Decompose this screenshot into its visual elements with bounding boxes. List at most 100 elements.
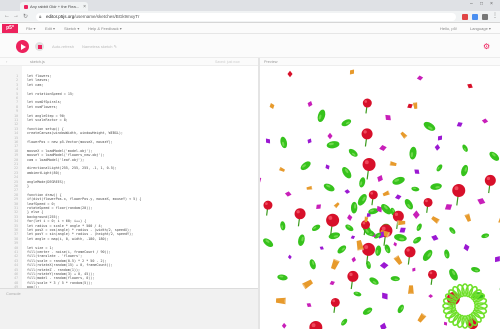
menu-help[interactable]: Help & Feedback ▾ [88, 26, 122, 31]
line-number: 27 [14, 188, 18, 193]
petal-shape [269, 102, 275, 110]
address-bar[interactable]: 🔒︎ editor.p5js.org/username/sketches/BGk… [36, 13, 456, 21]
code-line[interactable]: 11 let scaleFactor = 8; [0, 118, 258, 122]
forward-icon[interactable]: → [13, 13, 19, 19]
minimize-icon[interactable]: – [470, 1, 473, 7]
code-text: let angle = map(i, 0, width, -180, 180); [27, 236, 109, 241]
code-line[interactable]: 35 let radius = scale * angle * 500 / 4; [0, 224, 258, 228]
auto-refresh-checkbox[interactable]: Auto-refresh [52, 44, 74, 49]
reload-icon[interactable]: ↻ [23, 13, 28, 20]
play-button[interactable] [16, 40, 29, 53]
code-line[interactable]: 22 directionalLight(255, 255, 255, -1, 1… [0, 166, 258, 170]
code-line[interactable]: 36 let posX = cos(angle) * radius - (wid… [0, 228, 258, 232]
petal-shape [477, 198, 486, 205]
code-line[interactable]: 28 function draw() { [0, 193, 258, 197]
code-line[interactable]: 43 fill(scale = random(0.5) * 2 * 50 - 2… [0, 259, 258, 263]
code-text: fill(model - random(flowers, 0)); [27, 276, 95, 281]
menu-file[interactable]: File ▾ [26, 26, 36, 31]
code-line[interactable]: 42 fill(translate - 'flowers'; [0, 254, 258, 258]
code-line[interactable]: 15 [0, 136, 258, 140]
sketch-canvas[interactable] [260, 66, 500, 329]
code-line[interactable]: 46 fill(rotateY(random(3) + 0, 45)); [0, 272, 258, 276]
line-number: 38 [14, 236, 18, 241]
leaf-shape [471, 266, 481, 273]
code-line[interactable]: 12 [0, 122, 258, 126]
code-line[interactable]: 18 mouseX = loadModel('model.obj'); [0, 149, 258, 153]
code-line[interactable]: 29 if(dist(flowerPos.x, flowerPos.y, mou… [0, 197, 258, 201]
code-line[interactable]: 14 createCanvas(windowWidth, windowHeigh… [0, 131, 258, 135]
code-line[interactable]: 39 [0, 241, 258, 245]
red-flower-shape [347, 270, 359, 290]
code-editor[interactable]: 1 let flowers; 2 let leaves; 3 let cam; 4 5 let … [0, 66, 258, 288]
code-line[interactable]: 40 let size = 1; [0, 246, 258, 250]
close-window-icon[interactable]: × [490, 1, 493, 7]
code-line[interactable]: 3 let cam; [0, 83, 258, 87]
code-line[interactable]: 45 fill(rotateZ - random(1)); [0, 268, 258, 272]
code-line[interactable]: 20 cam = loadModel('leaf.obj'); [0, 158, 258, 162]
code-text: fill(scale * 3 / 5 * random(5)); [27, 280, 93, 285]
code-line[interactable]: 1 let flowers; [0, 74, 258, 78]
code-line[interactable]: 4 [0, 87, 258, 91]
code-line[interactable]: 33 background(255); [0, 215, 258, 219]
code-line[interactable]: 13 function setup() { [0, 127, 258, 131]
leaf-shape [311, 224, 321, 232]
code-line[interactable]: 19 mouseY = loadModel('flowers_new.obj')… [0, 153, 258, 157]
user-greeting[interactable]: Hello, p5! [440, 26, 457, 31]
code-line[interactable]: 6 [0, 96, 258, 100]
settings-gear-icon[interactable]: ⚙ [483, 42, 490, 51]
code-line[interactable]: 44 fill(rotateX(random(15) + 0, frameCou… [0, 263, 258, 267]
code-line[interactable]: 21 [0, 162, 258, 166]
code-line[interactable]: 7 let numOfSpirals; [0, 100, 258, 104]
stop-button[interactable] [35, 42, 44, 51]
tab-close-icon[interactable]: × [83, 4, 86, 10]
code-line[interactable]: 23 ambientLight(80); [0, 171, 258, 175]
code-line[interactable]: 48 fill(scale * 3 / 5 * random(5)); [0, 281, 258, 285]
leaf-shape [422, 249, 433, 261]
code-line[interactable]: 34 for(let i = 0; i < 60; i++) { [0, 219, 258, 223]
code-line[interactable]: 26} [0, 184, 258, 188]
code-line[interactable]: 24 [0, 175, 258, 179]
menu-edit[interactable]: Edit ▾ [45, 26, 55, 31]
code-line[interactable]: 25 angleMode(DEGREES); [0, 180, 258, 184]
code-line[interactable]: 8 let numFlowers; [0, 105, 258, 109]
bell-flower-shape [306, 185, 313, 190]
code-line[interactable]: 9 [0, 109, 258, 113]
language-menu[interactable]: Language ▾ [470, 26, 491, 31]
maximize-icon[interactable]: □ [480, 1, 483, 7]
code-line[interactable]: 41 fill(center - noise(i, frameCount / 9… [0, 250, 258, 254]
extension-icon[interactable] [472, 14, 478, 20]
p5-logo[interactable]: p5* [2, 24, 18, 33]
code-line[interactable]: 30 leafSpeed = 0; [0, 202, 258, 206]
code-line[interactable]: 5 let rotationSpeed = 15; [0, 92, 258, 96]
code-line[interactable]: 47 fill(model - random(flowers, 0)); [0, 276, 258, 280]
leaf-shape [341, 119, 352, 127]
code-line[interactable]: 17 [0, 144, 258, 148]
bell-flower-shape [382, 190, 391, 197]
code-line[interactable]: 37 let posY = sin(angle) * radius - (hei… [0, 232, 258, 236]
code-text: flowerPos = new p5.Vector(mouseX, mouseY… [27, 140, 113, 144]
editor-header: › sketch.js Saved: just now [0, 58, 258, 66]
line-number: 4 [16, 87, 18, 92]
code-line[interactable]: 10 let angleStep = 90; [0, 114, 258, 118]
back-icon[interactable]: ← [4, 13, 10, 19]
console-panel[interactable]: Console [0, 288, 258, 329]
bell-flower-shape [393, 254, 403, 266]
sketch-name[interactable]: Nameless sketch ✎ [82, 44, 117, 49]
extension-icon[interactable] [462, 14, 468, 20]
code-line[interactable]: 32 } else { [0, 210, 258, 214]
p5-nav-bar: p5* File ▾ Edit ▾ Sketch ▾ Help & Feedba… [0, 23, 500, 34]
code-line[interactable]: 2 let leaves; [0, 78, 258, 82]
code-line[interactable]: 38 let angle = map(i, 0, width, -180, 18… [0, 237, 258, 241]
menu-sketch[interactable]: Sketch ▾ [64, 26, 79, 31]
leaf-shape [392, 176, 405, 185]
code-text: if(dist(flowerPos.x, flowerPos.y, mouseX… [27, 197, 142, 202]
line-number: 24 [14, 175, 18, 180]
code-line[interactable]: 27 [0, 188, 258, 192]
more-menu-icon[interactable]: ⋮ [492, 12, 498, 19]
sidebar-toggle-icon[interactable]: › [6, 59, 7, 64]
profile-icon[interactable] [482, 14, 488, 20]
code-line[interactable]: 31 rotateSpeed = floor(random(20)); [0, 206, 258, 210]
browser-tab[interactable]: Any rabbit Oldr + the Flea... × [20, 2, 88, 11]
code-line[interactable]: 16 flowerPos = new p5.Vector(mouseX, mou… [0, 140, 258, 144]
red-flower-shape [404, 246, 416, 265]
